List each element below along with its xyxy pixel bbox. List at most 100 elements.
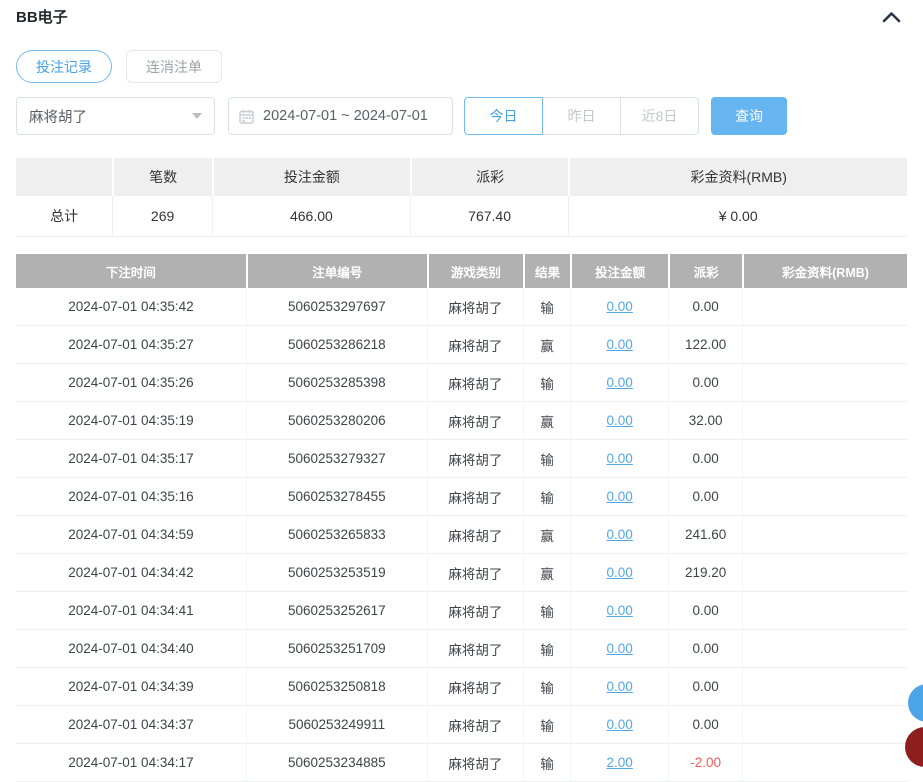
summary-header-count: 笔数 — [112, 158, 212, 196]
floating-action-button[interactable] — [905, 727, 923, 767]
date-range-input[interactable]: 2024-07-01 ~ 2024-07-01 — [228, 97, 453, 135]
calendar-icon — [239, 109, 254, 124]
records-header-time: 下注时间 — [16, 254, 246, 288]
cell-game-type: 麻将胡了 — [427, 554, 523, 591]
tabs-row: 投注记录 连消注单 — [16, 50, 907, 83]
cell-bonus — [742, 364, 907, 401]
summary-bet-amount-value: 466.00 — [212, 196, 410, 236]
cell-bet-amount: 0.00 — [570, 364, 668, 401]
summary-header-blank — [16, 158, 112, 196]
cell-game-type: 麻将胡了 — [427, 288, 523, 325]
records-header-bonus: 彩金资料(RMB) — [742, 254, 907, 288]
cell-result: 输 — [523, 668, 570, 705]
bet-amount-link[interactable]: 0.00 — [607, 717, 633, 732]
summary-total-label: 总计 — [16, 196, 112, 236]
bet-amount-link[interactable]: 0.00 — [607, 603, 633, 618]
filters-row: 麻将胡了 2024-07-01 ~ 2024-07-01 今日 昨日 近8日 查… — [16, 97, 907, 135]
cell-result: 输 — [523, 440, 570, 477]
cell-game-type: 麻将胡了 — [427, 402, 523, 439]
cell-game-type: 麻将胡了 — [427, 744, 523, 781]
cell-bet-time: 2024-07-01 04:35:27 — [16, 326, 246, 363]
cell-order-id: 5060253253519 — [246, 554, 427, 591]
summary-count-value: 269 — [112, 196, 212, 236]
bet-amount-link[interactable]: 0.00 — [607, 565, 633, 580]
quick-range-yesterday[interactable]: 昨日 — [542, 97, 621, 135]
bet-amount-link[interactable]: 0.00 — [607, 641, 633, 656]
chevron-up-icon — [882, 11, 901, 26]
game-select-value: 麻将胡了 — [29, 106, 87, 127]
table-row: 2024-07-01 04:35:27 5060253286218 麻将胡了 赢… — [16, 326, 907, 364]
records-header-result: 结果 — [523, 254, 570, 288]
quick-range-last8days[interactable]: 近8日 — [620, 97, 699, 135]
cell-bonus — [742, 326, 907, 363]
summary-header-bet-amount: 投注金额 — [212, 158, 410, 196]
chevron-down-icon — [192, 113, 202, 119]
cell-bonus — [742, 592, 907, 629]
cell-order-id: 5060253250818 — [246, 668, 427, 705]
cell-game-type: 麻将胡了 — [427, 478, 523, 515]
panel-title: BB电子 — [16, 6, 68, 27]
bet-amount-link[interactable]: 0.00 — [607, 413, 633, 428]
quick-range-today[interactable]: 今日 — [464, 97, 543, 135]
table-row: 2024-07-01 04:34:42 5060253253519 麻将胡了 赢… — [16, 554, 907, 592]
cell-result: 输 — [523, 478, 570, 515]
cell-bet-time: 2024-07-01 04:35:19 — [16, 402, 246, 439]
summary-payout-value: 767.40 — [410, 196, 569, 236]
bet-amount-link[interactable]: 2.00 — [607, 755, 633, 770]
cell-payout: 0.00 — [668, 288, 742, 325]
cell-bet-time: 2024-07-01 04:34:39 — [16, 668, 246, 705]
cell-bonus — [742, 440, 907, 477]
bet-amount-link[interactable]: 0.00 — [607, 527, 633, 542]
cell-payout: 0.00 — [668, 364, 742, 401]
table-row: 2024-07-01 04:34:17 5060253234885 麻将胡了 输… — [16, 744, 907, 782]
search-button[interactable]: 查询 — [711, 97, 787, 135]
tab-bet-records[interactable]: 投注记录 — [16, 50, 112, 83]
cell-bet-amount: 0.00 — [570, 706, 668, 743]
summary-bonus-value: ¥ 0.00 — [568, 196, 907, 236]
cell-payout: 0.00 — [668, 478, 742, 515]
cell-order-id: 5060253279327 — [246, 440, 427, 477]
cell-bet-amount: 0.00 — [570, 554, 668, 591]
date-range-value: 2024-07-01 ~ 2024-07-01 — [263, 108, 428, 124]
summary-table-header: 笔数 投注金额 派彩 彩金资料(RMB) — [16, 158, 907, 196]
cell-game-type: 麻将胡了 — [427, 668, 523, 705]
cell-bonus — [742, 478, 907, 515]
bet-amount-link[interactable]: 0.00 — [607, 679, 633, 694]
cell-bonus — [742, 706, 907, 743]
game-select[interactable]: 麻将胡了 — [16, 97, 215, 135]
bet-amount-link[interactable]: 0.00 — [607, 489, 633, 504]
cell-bet-amount: 0.00 — [570, 516, 668, 553]
bet-amount-link[interactable]: 0.00 — [607, 375, 633, 390]
cell-game-type: 麻将胡了 — [427, 364, 523, 401]
summary-header-payout: 派彩 — [410, 158, 569, 196]
cell-result: 输 — [523, 630, 570, 667]
summary-header-bonus: 彩金资料(RMB) — [568, 158, 907, 196]
cell-game-type: 麻将胡了 — [427, 440, 523, 477]
cell-order-id: 5060253234885 — [246, 744, 427, 781]
cell-payout: 0.00 — [668, 440, 742, 477]
cell-result: 输 — [523, 706, 570, 743]
cell-bet-amount: 2.00 — [570, 744, 668, 781]
cell-result: 输 — [523, 744, 570, 781]
collapse-button[interactable] — [880, 9, 903, 25]
cell-payout: 0.00 — [668, 630, 742, 667]
cell-bet-amount: 0.00 — [570, 326, 668, 363]
bet-amount-link[interactable]: 0.00 — [607, 451, 633, 466]
cell-bet-time: 2024-07-01 04:34:17 — [16, 744, 246, 781]
table-row: 2024-07-01 04:35:26 5060253285398 麻将胡了 输… — [16, 364, 907, 402]
cell-order-id: 5060253280206 — [246, 402, 427, 439]
records-table: 下注时间 注单编号 游戏类别 结果 投注金额 派彩 彩金资料(RMB) 2024… — [16, 254, 907, 782]
cell-bet-amount: 0.00 — [570, 668, 668, 705]
bet-amount-link[interactable]: 0.00 — [607, 299, 633, 314]
table-row: 2024-07-01 04:35:17 5060253279327 麻将胡了 输… — [16, 440, 907, 478]
table-row: 2024-07-01 04:35:16 5060253278455 麻将胡了 输… — [16, 478, 907, 516]
cell-payout: 0.00 — [668, 668, 742, 705]
cell-payout: 219.20 — [668, 554, 742, 591]
records-header-payout: 派彩 — [668, 254, 742, 288]
cell-payout: 0.00 — [668, 706, 742, 743]
floating-service-button[interactable] — [908, 684, 923, 722]
cell-bet-amount: 0.00 — [570, 402, 668, 439]
tab-cancelled-orders[interactable]: 连消注单 — [126, 50, 222, 83]
cell-result: 输 — [523, 288, 570, 325]
bet-amount-link[interactable]: 0.00 — [607, 337, 633, 352]
